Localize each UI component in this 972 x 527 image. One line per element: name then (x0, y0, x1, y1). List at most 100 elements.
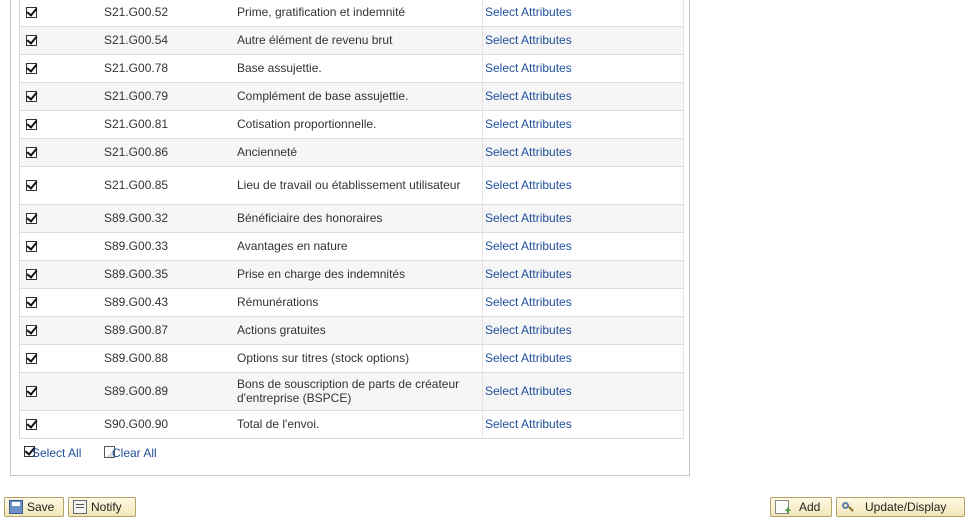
select-attributes-link[interactable]: Select Attributes (485, 145, 572, 159)
row-description: Total de l'envoi. (234, 410, 483, 439)
row-code: S21.G00.52 (104, 0, 234, 27)
add-button-label: Add (799, 500, 821, 514)
table-row: S89.G00.35 Prise en charge des indemnités… (19, 260, 684, 289)
row-link-cell: Select Attributes (482, 288, 684, 317)
select-attributes-link[interactable]: Select Attributes (485, 267, 572, 281)
row-checkbox[interactable] (26, 180, 37, 192)
magnifier-icon (841, 500, 855, 514)
row-code: S21.G00.86 (104, 138, 234, 167)
select-attributes-link[interactable]: Select Attributes (485, 295, 572, 309)
row-select-cell (19, 204, 104, 233)
row-code: S90.G00.90 (104, 410, 234, 439)
row-checkbox[interactable] (26, 119, 37, 131)
clear-all-label: Clear All (112, 446, 157, 460)
row-code: S21.G00.54 (104, 26, 234, 55)
row-checkbox[interactable] (26, 91, 37, 103)
table-row: S21.G00.81 Cotisation proportionnelle. Sel… (19, 110, 684, 139)
row-code: S21.G00.78 (104, 54, 234, 83)
row-checkbox[interactable] (26, 7, 37, 19)
row-link-cell: Select Attributes (482, 344, 684, 373)
row-link-cell: Select Attributes (482, 410, 684, 439)
row-checkbox[interactable] (26, 213, 37, 225)
row-description: Bénéficiaire des honoraires (234, 204, 483, 233)
row-link-cell: Select Attributes (482, 372, 684, 411)
row-code: S89.G00.88 (104, 344, 234, 373)
select-attributes-link[interactable]: Select Attributes (485, 323, 572, 337)
table-row: S21.G00.86 Ancienneté Select Attributes (19, 138, 684, 167)
row-select-cell (19, 260, 104, 289)
row-description: Prise en charge des indemnités (234, 260, 483, 289)
row-description: Cotisation proportionnelle. (234, 110, 483, 139)
table-row: S90.G00.90 Total de l'envoi. Select Attrib… (19, 410, 684, 439)
save-button[interactable]: Save (4, 497, 64, 517)
select-attributes-link[interactable]: Select Attributes (485, 117, 572, 131)
row-link-cell: Select Attributes (482, 82, 684, 111)
row-checkbox[interactable] (26, 35, 37, 47)
row-select-cell (19, 344, 104, 373)
table-row: S89.G00.43 Rémunérations Select Attributes (19, 288, 684, 317)
row-select-cell (19, 372, 104, 411)
grid-body: S21.G00.52 Prime, gratification et indemn… (19, 0, 684, 439)
save-button-label: Save (27, 500, 55, 514)
row-select-cell (19, 316, 104, 345)
row-checkbox[interactable] (26, 353, 37, 365)
select-attributes-link[interactable]: Select Attributes (485, 5, 572, 19)
select-attributes-link[interactable]: Select Attributes (485, 239, 572, 253)
row-code: S89.G00.32 (104, 204, 234, 233)
row-code: S89.G00.33 (104, 232, 234, 261)
select-all-label: Select All (32, 446, 82, 460)
select-attributes-link[interactable]: Select Attributes (485, 61, 572, 75)
row-select-cell (19, 288, 104, 317)
row-checkbox[interactable] (26, 297, 37, 309)
select-attributes-link[interactable]: Select Attributes (485, 33, 572, 47)
row-description: Prime, gratification et indemnité (234, 0, 483, 27)
row-link-cell: Select Attributes (482, 166, 684, 205)
row-checkbox[interactable] (26, 269, 37, 281)
row-link-cell: Select Attributes (482, 138, 684, 167)
row-checkbox[interactable] (26, 241, 37, 253)
select-attributes-link[interactable]: Select Attributes (485, 417, 572, 431)
row-description: Base assujettie. (234, 54, 483, 83)
row-select-cell (19, 26, 104, 55)
row-description: Actions gratuites (234, 316, 483, 345)
notify-button[interactable]: Notify (68, 497, 136, 517)
select-attributes-link[interactable]: Select Attributes (485, 178, 572, 192)
row-link-cell: Select Attributes (482, 110, 684, 139)
row-description: Bons de souscription de parts de créateu… (234, 372, 483, 411)
row-checkbox[interactable] (26, 325, 37, 337)
notify-icon (73, 500, 87, 514)
data-grid: S21.G00.52 Prime, gratification et indemn… (19, 0, 684, 439)
select-attributes-link[interactable]: Select Attributes (485, 351, 572, 365)
row-link-cell: Select Attributes (482, 260, 684, 289)
row-link-cell: Select Attributes (482, 232, 684, 261)
table-row: S21.G00.54 Autre élément de revenu brut Se… (19, 26, 684, 55)
row-link-cell: Select Attributes (482, 54, 684, 83)
row-description: Ancienneté (234, 138, 483, 167)
table-row: S21.G00.79 Complément de base assujettie.… (19, 82, 684, 111)
row-code: S89.G00.87 (104, 316, 234, 345)
add-button[interactable]: Add (770, 497, 832, 517)
row-checkbox[interactable] (26, 419, 37, 431)
select-attributes-link[interactable]: Select Attributes (485, 89, 572, 103)
row-code: S89.G00.89 (104, 372, 234, 411)
table-row: S89.G00.87 Actions gratuites Select Attrib… (19, 316, 684, 345)
row-code: S21.G00.81 (104, 110, 234, 139)
row-select-cell (19, 232, 104, 261)
update-display-button[interactable]: Update/Display (836, 497, 965, 517)
select-attributes-link[interactable]: Select Attributes (485, 211, 572, 225)
row-checkbox[interactable] (26, 63, 37, 75)
table-row: S89.G00.33 Avantages en nature Select Attr… (19, 232, 684, 261)
row-checkbox[interactable] (26, 386, 37, 398)
row-select-cell (19, 54, 104, 83)
row-link-cell: Select Attributes (482, 316, 684, 345)
select-attributes-link[interactable]: Select Attributes (485, 384, 572, 398)
row-description: Avantages en nature (234, 232, 483, 261)
row-code: S21.G00.85 (104, 166, 234, 205)
table-row: S89.G00.89 Bons de souscription de parts … (19, 372, 684, 411)
floppy-disk-icon (9, 500, 23, 514)
update-display-button-label: Update/Display (865, 500, 947, 514)
table-row: S21.G00.52 Prime, gratification et indemn… (19, 0, 684, 27)
row-description: Options sur titres (stock options) (234, 344, 483, 373)
table-row: S89.G00.88 Options sur titres (stock opti… (19, 344, 684, 373)
row-checkbox[interactable] (26, 147, 37, 159)
